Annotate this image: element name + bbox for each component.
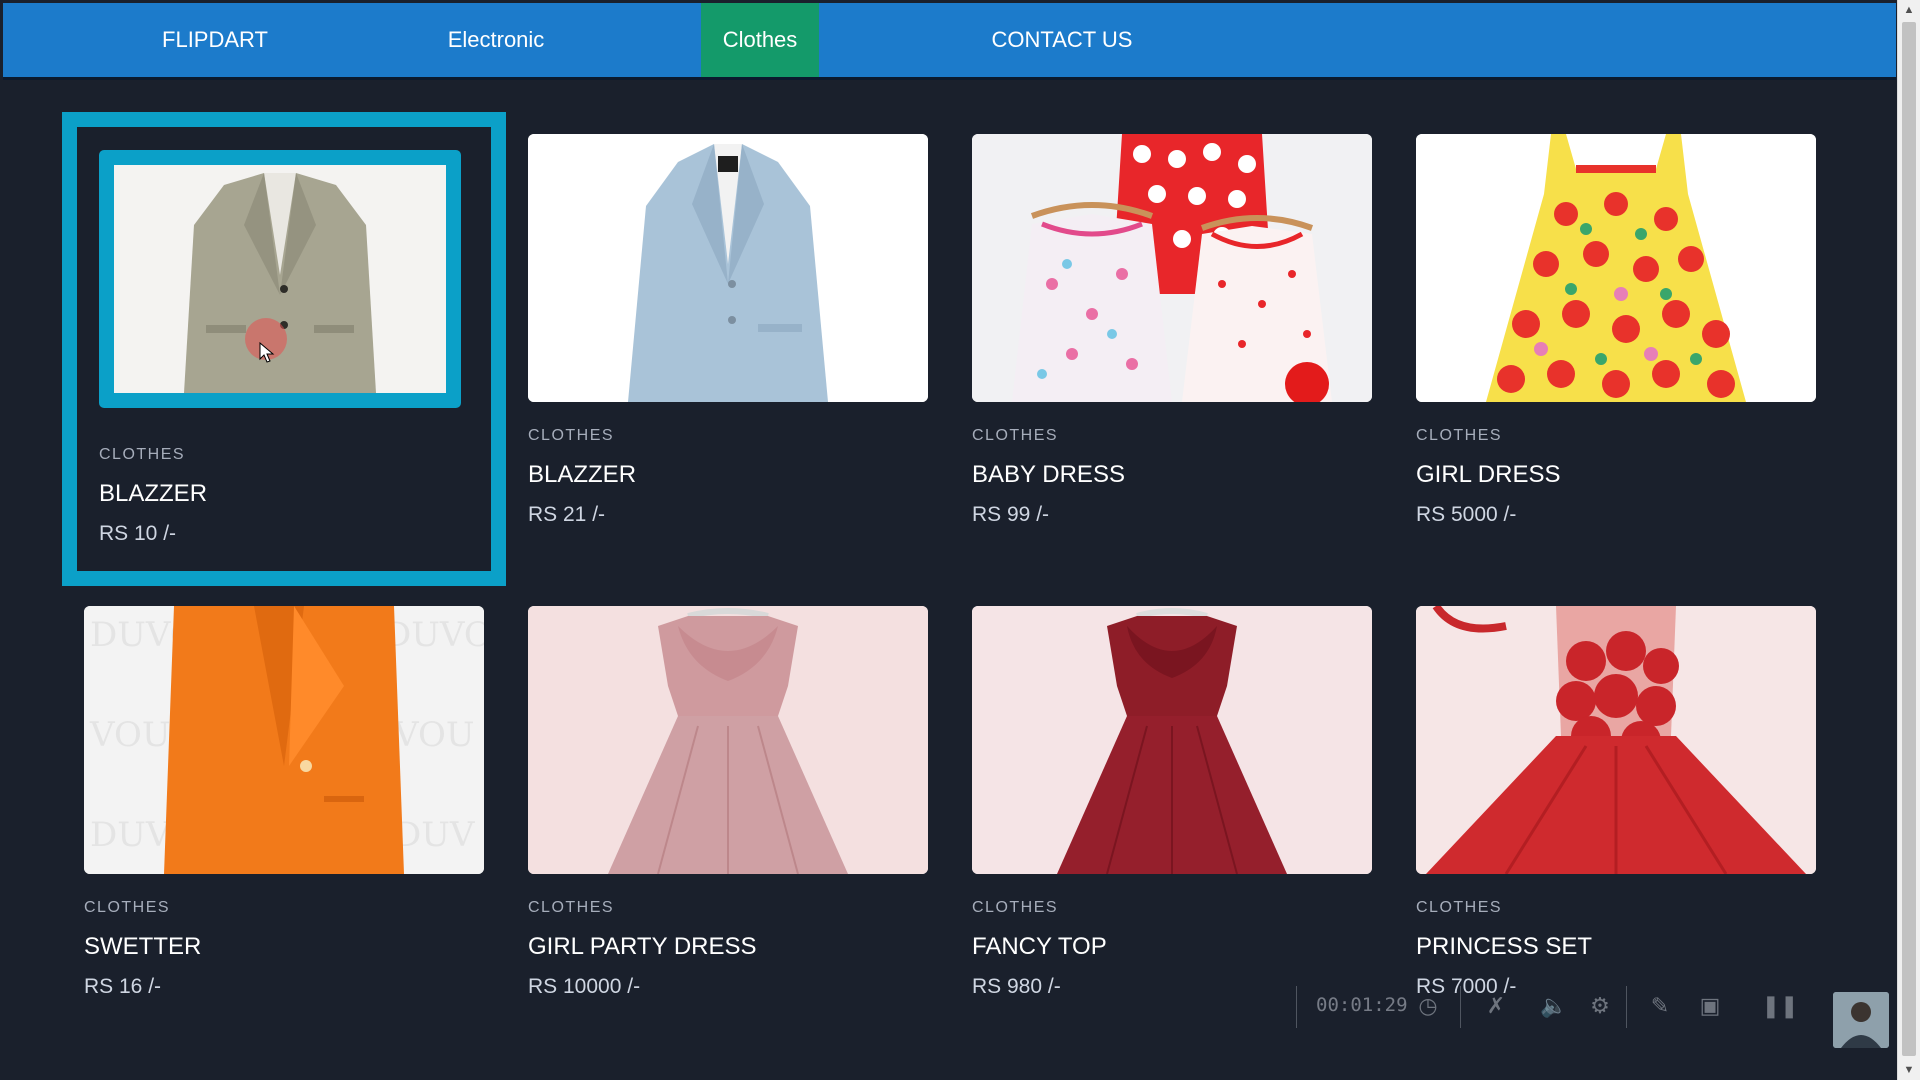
- product-price: RS 16 /-: [84, 975, 162, 998]
- recording-time: 00:01:29: [1316, 994, 1408, 1016]
- product-price: RS 21 /-: [528, 503, 606, 526]
- camera-icon[interactable]: ▣: [1696, 992, 1724, 1020]
- scroll-down-arrow-icon[interactable]: ▼: [1898, 1060, 1920, 1080]
- product-image-princess-dress[interactable]: [1416, 606, 1816, 874]
- svg-text:VOU: VOU: [89, 715, 170, 755]
- pause-icon[interactable]: ❚❚: [1762, 992, 1799, 1020]
- toolbar-divider: [1296, 986, 1297, 1028]
- nav-item-electronic[interactable]: Electronic: [429, 3, 563, 77]
- nav-item-contact-us[interactable]: CONTACT US: [977, 3, 1147, 77]
- product-image-baby-dress[interactable]: [972, 134, 1372, 402]
- product-title[interactable]: GIRL DRESS: [1416, 461, 1560, 489]
- product-title[interactable]: GIRL PARTY DRESS: [528, 933, 757, 961]
- product-category: CLOTHES: [1416, 427, 1503, 444]
- page: FLIPDART Electronic Clothes CONTACT US C…: [0, 0, 1898, 1080]
- svg-text:VOU: VOU: [393, 715, 474, 755]
- product-title[interactable]: BLAZZER: [99, 480, 207, 508]
- product-category: CLOTHES: [528, 899, 615, 916]
- product-category: CLOTHES: [1416, 899, 1503, 916]
- product-card-swetter[interactable]: DUVO DUVO VOU VOU DUV DUV CLOTHES SWETTER R…: [84, 606, 484, 1036]
- clock-icon[interactable]: ◷: [1414, 992, 1442, 1020]
- product-price: RS 980 /-: [972, 975, 1061, 998]
- product-category: CLOTHES: [84, 899, 171, 916]
- svg-text:DUVO: DUVO: [384, 615, 484, 655]
- product-card-blazzer-2[interactable]: CLOTHES BLAZZER RS 21 /-: [528, 134, 928, 564]
- product-card-baby-dress[interactable]: CLOTHES BABY DRESS RS 99 /-: [972, 134, 1372, 564]
- vertical-scrollbar[interactable]: ▲ ▼: [1897, 0, 1920, 1080]
- screen-recorder-toolbar: 00:01:29 ◷ ✗ 🔈 ⚙ ✎ ▣ ❚❚: [1296, 980, 1898, 1048]
- product-category: CLOTHES: [99, 446, 186, 463]
- product-card-fancy-top[interactable]: CLOTHES FANCY TOP RS 980 /-: [972, 606, 1372, 1036]
- product-title[interactable]: BABY DRESS: [972, 461, 1125, 489]
- product-image-blue-blazer[interactable]: [528, 134, 928, 402]
- product-title[interactable]: PRINCESS SET: [1416, 933, 1592, 961]
- mouse-cursor-icon: [259, 342, 275, 363]
- gear-icon[interactable]: ⚙: [1586, 992, 1614, 1020]
- toolbar-divider: [1626, 986, 1627, 1028]
- nav-brand-link[interactable]: FLIPDART: [153, 3, 277, 77]
- product-image-girl-dress[interactable]: [1416, 134, 1816, 402]
- svg-text:DUV: DUV: [394, 815, 476, 855]
- product-price: RS 10 /-: [99, 522, 177, 545]
- product-title[interactable]: BLAZZER: [528, 461, 636, 489]
- product-price: RS 99 /-: [972, 503, 1050, 526]
- presenter-avatar: [1833, 992, 1889, 1048]
- toolbar-divider: [1460, 986, 1461, 1028]
- pen-icon[interactable]: ✎: [1646, 992, 1674, 1020]
- product-card-girl-party-dress[interactable]: CLOTHES GIRL PARTY DRESS RS 10000 /-: [528, 606, 928, 1036]
- product-image-pink-party-dress[interactable]: [528, 606, 928, 874]
- product-title[interactable]: FANCY TOP: [972, 933, 1107, 961]
- product-image-grey-blazer[interactable]: [99, 150, 461, 408]
- product-card-princess-set[interactable]: CLOTHES PRINCESS SET RS 7000 /-: [1416, 606, 1816, 1036]
- product-category: CLOTHES: [972, 427, 1059, 444]
- product-category: CLOTHES: [972, 899, 1059, 916]
- product-card-girl-dress[interactable]: CLOTHES GIRL DRESS RS 5000 /-: [1416, 134, 1816, 564]
- nav-item-clothes[interactable]: Clothes: [701, 3, 819, 77]
- scroll-up-arrow-icon[interactable]: ▲: [1898, 0, 1920, 20]
- svg-text:DUV: DUV: [90, 815, 172, 855]
- product-image-red-dress[interactable]: [972, 606, 1372, 874]
- mic-off-icon[interactable]: ✗: [1482, 992, 1510, 1020]
- scrollbar-thumb[interactable]: [1902, 22, 1916, 1056]
- product-price: RS 5000 /-: [1416, 503, 1517, 526]
- product-title[interactable]: SWETTER: [84, 933, 201, 961]
- top-navbar: FLIPDART Electronic Clothes CONTACT US: [3, 3, 1896, 80]
- product-price: RS 10000 /-: [528, 975, 641, 998]
- product-image-orange-blazer[interactable]: DUVO DUVO VOU VOU DUV DUV: [84, 606, 484, 874]
- product-category: CLOTHES: [528, 427, 615, 444]
- volume-icon[interactable]: 🔈: [1540, 992, 1568, 1020]
